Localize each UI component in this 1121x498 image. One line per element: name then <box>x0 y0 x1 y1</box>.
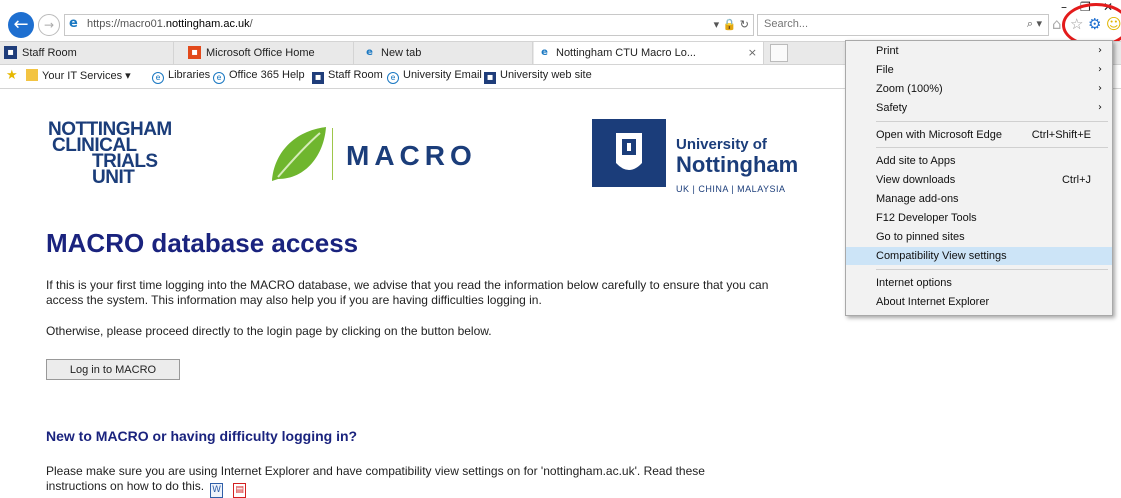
menu-divider <box>876 269 1108 270</box>
tab-label: Staff Room <box>22 47 77 59</box>
ie-logo-icon: e <box>541 47 548 58</box>
menu-item-file[interactable]: File › <box>846 61 1112 79</box>
section-heading: New to MACRO or having difficulty loggin… <box>46 428 358 444</box>
leaf-icon <box>272 127 326 181</box>
menu-divider <box>876 147 1108 148</box>
logo-divider <box>332 128 333 180</box>
favorite-your-it-services[interactable]: Your IT Services ▾ <box>26 69 131 82</box>
home-icon[interactable]: ⌂ <box>1052 16 1062 32</box>
search-box[interactable]: ⌕ ▾ <box>757 14 1049 36</box>
close-tab-icon[interactable]: × <box>748 42 757 64</box>
new-tab-button[interactable] <box>770 44 788 62</box>
university-icon: ▪ <box>312 72 324 84</box>
menu-item-add-site-to-apps[interactable]: Add site to Apps <box>846 152 1112 170</box>
menu-item-internet-options[interactable]: Internet options <box>846 274 1112 292</box>
office-logo-icon: ▪ <box>188 46 201 59</box>
forward-button[interactable]: → <box>38 14 60 36</box>
ie-icon: e <box>69 16 78 31</box>
forward-arrow-icon: → <box>43 18 55 32</box>
menu-item-open-with-edge[interactable]: Open with Microsoft Edge Ctrl+Shift+E <box>846 126 1112 144</box>
folder-icon <box>26 69 38 81</box>
university-crest-icon <box>592 119 666 187</box>
favorite-university-web-site[interactable]: ▪ University web site <box>484 69 592 84</box>
favorite-university-email[interactable]: e University Email <box>387 69 482 84</box>
login-button[interactable]: Log in to MACRO <box>46 359 180 380</box>
tab-label: New tab <box>381 47 422 59</box>
chevron-right-icon: › <box>1098 45 1102 56</box>
address-bar[interactable]: e https://macro01.nottingham.ac.uk/ ▾ 🔒 … <box>64 14 754 36</box>
menu-item-compatibility-view-settings[interactable]: Compatibility View settings <box>846 247 1112 265</box>
proceed-paragraph: Otherwise, please proceed directly to th… <box>46 324 492 338</box>
favorites-star-icon[interactable]: ★ <box>6 67 18 83</box>
chevron-right-icon: › <box>1098 64 1102 75</box>
favorite-staff-room[interactable]: ▪ Staff Room <box>312 69 383 84</box>
favorite-libraries[interactable]: e Libraries <box>152 69 210 84</box>
chevron-right-icon: › <box>1098 102 1102 113</box>
menu-item-zoom[interactable]: Zoom (100%) › <box>846 80 1112 98</box>
menu-item-safety[interactable]: Safety › <box>846 99 1112 117</box>
tools-menu: Print › File › Zoom (100%) › Safety › Open w… <box>845 40 1113 316</box>
page-title: MACRO database access <box>46 228 359 258</box>
tab-new-tab[interactable]: e New tab <box>359 42 533 64</box>
favorite-office-365-help[interactable]: e Office 365 Help <box>213 69 305 84</box>
ie-icon: e <box>152 72 164 84</box>
nctu-logo: NOTTINGHAM CLINICAL TRIALS UNIT <box>48 119 172 188</box>
menu-item-about-internet-explorer[interactable]: About Internet Explorer <box>846 293 1112 311</box>
search-input[interactable] <box>762 17 996 31</box>
chevron-right-icon: › <box>1098 83 1102 94</box>
minimize-button[interactable]: – <box>1061 0 1067 14</box>
tab-nottingham-ctu[interactable]: e Nottingham CTU Macro Lo... × <box>534 42 764 64</box>
menu-divider <box>876 121 1108 122</box>
tab-label: Microsoft Office Home <box>206 47 315 59</box>
menu-item-print[interactable]: Print › <box>846 42 1112 60</box>
ie-icon: e <box>213 72 225 84</box>
address-bar-tools-icon[interactable]: ▾ 🔒 ↻ <box>714 18 749 31</box>
tab-staff-room[interactable]: ▪ Staff Room <box>0 42 174 64</box>
menu-item-f12-developer-tools[interactable]: F12 Developer Tools <box>846 209 1112 227</box>
word-document-icon[interactable]: W <box>210 483 224 498</box>
menu-item-manage-add-ons[interactable]: Manage add-ons <box>846 190 1112 208</box>
instructions-paragraph: Please make sure you are using Internet … <box>46 464 766 498</box>
intro-paragraph: If this is your first time logging into … <box>46 278 769 307</box>
macro-logo: MACRO <box>346 140 477 171</box>
pdf-document-icon[interactable]: ▤ <box>233 483 247 498</box>
address-url[interactable]: https://macro01.nottingham.ac.uk/ <box>87 18 253 30</box>
back-button[interactable]: ← <box>8 12 34 38</box>
ie-logo-icon: e <box>366 47 373 58</box>
browser-navigation-bar: ← → e https://macro01.nottingham.ac.uk/ … <box>0 0 1121 47</box>
menu-item-go-to-pinned-sites[interactable]: Go to pinned sites <box>846 228 1112 246</box>
university-logo: University of Nottingham UK | CHINA | MA… <box>676 136 799 194</box>
university-icon: ▪ <box>484 72 496 84</box>
menu-item-view-downloads[interactable]: View downloads Ctrl+J <box>846 171 1112 189</box>
tab-microsoft-office[interactable]: ▪ Microsoft Office Home <box>184 42 354 64</box>
back-arrow-icon: ← <box>13 14 29 35</box>
ie-icon: e <box>387 72 399 84</box>
search-icon[interactable]: ⌕ ▾ <box>1027 17 1042 31</box>
tab-label: Nottingham CTU Macro Lo... <box>556 47 696 59</box>
university-logo-icon: ▪ <box>4 46 17 59</box>
